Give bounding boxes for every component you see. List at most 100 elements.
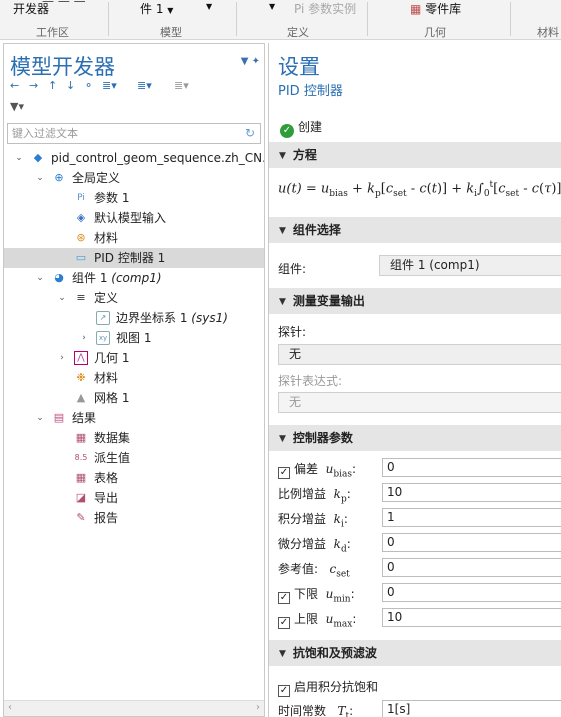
collapse-all-icon[interactable]: ≣▾: [137, 79, 152, 92]
probe-label: 探针:: [278, 325, 307, 339]
tree-item-component[interactable]: ⌄ ◕ 组件 1 (comp1): [4, 268, 264, 288]
section-anti-windup[interactable]: ▼ 抗饱和及预滤波: [269, 640, 561, 666]
parameters-icon: Pi: [77, 193, 85, 203]
param-label: 参考值:: [278, 562, 319, 576]
tree-item-label: 报告: [94, 511, 119, 525]
chevron-down-icon[interactable]: ⌄: [35, 408, 45, 428]
tree-item-component-materials[interactable]: ❉ 材料: [4, 368, 264, 388]
scroll-left-icon[interactable]: ‹: [8, 702, 12, 713]
tree-item-default-model-inputs[interactable]: ◈ 默认模型输入: [4, 208, 264, 228]
move-down-icon[interactable]: ↓: [66, 79, 75, 92]
chevron-right-icon[interactable]: ›: [79, 328, 89, 348]
section-equation[interactable]: ▼ 方程: [269, 142, 561, 168]
check-icon: ✓: [280, 124, 294, 138]
section-label: 组件选择: [292, 223, 341, 237]
panel-menu-icon[interactable]: ▼ ✦: [241, 56, 260, 67]
tree-item-export[interactable]: ◪ 导出: [4, 488, 264, 508]
tree-item-label: 导出: [94, 491, 119, 505]
tree-item-global-materials[interactable]: ⊛ 材料: [4, 228, 264, 248]
tree-item-label: 定义: [94, 291, 119, 305]
scroll-right-icon[interactable]: ›: [256, 702, 260, 713]
horizontal-scrollbar[interactable]: ‹ ›: [4, 700, 264, 716]
show-icon[interactable]: ⚬: [84, 79, 93, 92]
tree-item-parameters[interactable]: Pi 参数 1: [4, 188, 264, 208]
anti-windup-checkbox[interactable]: ✓: [278, 685, 290, 697]
section-controller-parameters[interactable]: ▼ 控制器参数: [269, 425, 561, 451]
ribbon-parameter-instance-button[interactable]: Pi 参数实例: [294, 0, 356, 17]
expand-all-icon[interactable]: ≣▾: [102, 79, 117, 92]
chevron-down-icon[interactable]: ⌄: [35, 168, 45, 188]
bias-input[interactable]: 0: [382, 458, 561, 477]
setpoint-input[interactable]: 0: [382, 558, 561, 577]
tree-item-geometry[interactable]: › ⋀ 几何 1: [4, 348, 264, 368]
tree-item-derived-values[interactable]: 8.5 派生值: [4, 448, 264, 468]
globe-icon: ⊕: [54, 171, 64, 184]
component-label: 组件:: [278, 262, 307, 276]
bias-checkbox[interactable]: ✓: [278, 467, 290, 479]
component-select[interactable]: 组件 1 (comp1): [379, 255, 561, 276]
tree-item-label: 几何 1: [94, 351, 130, 365]
param-row-setpoint: 参考值: cset: [278, 562, 350, 580]
tree-item-datasets[interactable]: ▦ 数据集: [4, 428, 264, 448]
component-select-value: 组件 1 (comp1): [390, 258, 480, 272]
model-builder-panel: 模型开发器 ▼ ✦ ← → ↑ ↓ ⚬ ≣▾ ≣▾ ≣▾ ▼▾ ↻ ⌄ ◆ pi…: [3, 43, 265, 717]
upper-limit-checkbox[interactable]: ✓: [278, 617, 290, 629]
time-constant-input[interactable]: 1[s]: [382, 700, 561, 717]
list-view-icon[interactable]: ≣▾: [174, 79, 189, 92]
anti-windup-label: 启用积分抗饱和: [294, 680, 379, 694]
section-measured-output[interactable]: ▼ 测量变量输出: [269, 288, 561, 314]
tree-item-mesh[interactable]: ▲ 网格 1: [4, 388, 264, 408]
ribbon-part-library-button[interactable]: ▦ 零件库: [410, 0, 461, 17]
chevron-down-icon[interactable]: ▼: [269, 2, 275, 11]
kp-input[interactable]: 10: [382, 483, 561, 502]
chevron-down-icon[interactable]: ⌄: [35, 268, 45, 288]
coordinate-system-icon: ↗: [96, 311, 110, 325]
ribbon-group-definitions: 定义: [287, 26, 309, 39]
tree-item-label: 全局定义: [72, 171, 121, 185]
chevron-right-icon[interactable]: ›: [57, 348, 67, 368]
probe-select[interactable]: 无: [278, 344, 561, 365]
ribbon-component-button[interactable]: 件 1 ▼: [140, 0, 173, 17]
model-input-icon: ◈: [76, 211, 86, 224]
view-icon: xy: [96, 331, 110, 345]
tree-item-definitions[interactable]: ⌄ ≡ 定义: [4, 288, 264, 308]
filter-input[interactable]: [8, 124, 233, 143]
materials-icon: ⊛: [76, 231, 86, 244]
probe-expression-value: 无: [289, 395, 302, 409]
ki-input[interactable]: 1: [382, 508, 561, 527]
tree-item-label: 参数 1: [94, 191, 130, 205]
tree-item-label: 派生值: [94, 451, 131, 465]
kd-input[interactable]: 0: [382, 533, 561, 552]
ribbon-separator: [108, 2, 109, 36]
param-row-kd: 微分增益 kd:: [278, 537, 351, 555]
param-row-kp: 比例增益 kp:: [278, 487, 351, 505]
section-label: 方程: [292, 148, 317, 162]
ribbon-separator: [510, 2, 511, 36]
upper-limit-input[interactable]: 10: [382, 608, 561, 627]
param-row-upper-limit: ✓ 上限 umax:: [278, 612, 357, 630]
section-label: 抗饱和及预滤波: [292, 646, 377, 660]
tree-item-boundary-system[interactable]: ↗ 边界坐标系 1 (sys1): [4, 308, 264, 328]
tree-item-tables[interactable]: ▦ 表格: [4, 468, 264, 488]
lower-limit-input[interactable]: 0: [382, 583, 561, 602]
nav-back-icon[interactable]: ←: [10, 79, 19, 92]
filter-icon[interactable]: ▼▾: [10, 100, 24, 113]
tree-item-label: PID 控制器 1: [94, 251, 166, 265]
refresh-icon[interactable]: ↻: [245, 126, 255, 140]
move-up-icon[interactable]: ↑: [48, 79, 57, 92]
build-button[interactable]: ✓ 创建: [280, 118, 322, 138]
tree-item-global-definitions[interactable]: ⌄ ⊕ 全局定义: [4, 168, 264, 188]
tree-item-results[interactable]: ⌄ ▤ 结果: [4, 408, 264, 428]
tree-item-pid-controller[interactable]: ▭ PID 控制器 1: [4, 248, 264, 268]
chevron-down-icon[interactable]: ⌄: [14, 148, 24, 168]
lower-limit-checkbox[interactable]: ✓: [278, 592, 290, 604]
part-library-icon: ▦: [410, 2, 422, 16]
time-constant-label: 时间常数: [278, 704, 327, 717]
chevron-down-icon[interactable]: ⌄: [57, 288, 67, 308]
tree-item-root[interactable]: ⌄ ◆ pid_control_geom_sequence.zh_CN.: [4, 148, 264, 168]
nav-forward-icon[interactable]: →: [29, 79, 38, 92]
section-component-selection[interactable]: ▼ 组件选择: [269, 217, 561, 243]
tree-item-report[interactable]: ✎ 报告: [4, 508, 264, 528]
chevron-down-icon[interactable]: ▼: [206, 2, 212, 11]
tree-item-view[interactable]: › xy 视图 1: [4, 328, 264, 348]
